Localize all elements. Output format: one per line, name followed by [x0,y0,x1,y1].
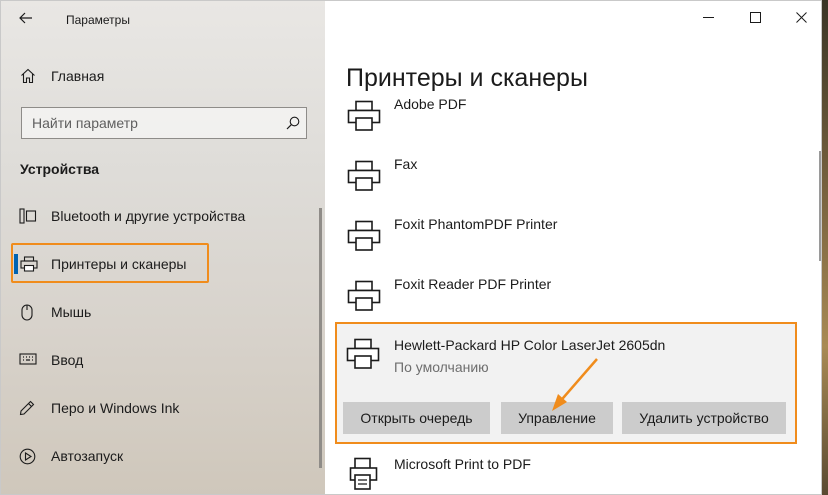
printer-icon [20,256,38,277]
mouse-icon [21,304,33,326]
sidebar-scrollbar[interactable] [319,208,322,468]
pen-icon [19,400,35,421]
printer-name: Fax [394,156,418,172]
title-bar: Параметры [1,1,821,39]
printer-item[interactable]: Adobe PDF [335,96,795,150]
search-input[interactable] [22,108,277,138]
printer-item-expanded[interactable]: Hewlett-Packard HP Color LaserJet 2605dn… [335,322,797,444]
printer-name: Foxit PhantomPDF Printer [394,216,558,232]
sidebar-item-autoplay[interactable]: Автозапуск [11,436,311,476]
keyboard-icon [19,352,37,371]
manage-button[interactable]: Управление [501,402,613,434]
sidebar-item-label: Перо и Windows Ink [51,400,180,416]
sidebar-item-label: Принтеры и сканеры [51,256,187,272]
sidebar-item-label: Мышь [51,304,92,320]
minimize-button[interactable] [685,1,731,37]
close-button[interactable] [778,1,821,37]
printer-name: Foxit Reader PDF Printer [394,276,552,292]
printer-icon [347,280,381,317]
sidebar-item-home[interactable]: Главная [1,59,325,93]
printer-icon [346,338,380,375]
settings-window: Главная Устройства Bluetooth и другие ус… [0,0,822,495]
page-title: Принтеры и сканеры [346,64,588,92]
app-title: Параметры [66,13,130,27]
close-icon [795,10,807,28]
home-icon [20,68,36,89]
print-to-pdf-icon [349,457,379,494]
search-box[interactable] [21,107,307,139]
printer-icon [347,100,381,137]
printer-icon [347,160,381,197]
main-content: Принтеры и сканеры Adobe PDF Fax Foxit P… [325,1,821,494]
maximize-icon [749,10,761,28]
section-title: Устройства [20,161,100,177]
printer-name: Microsoft Print to PDF [394,456,531,472]
search-icon[interactable] [286,116,300,135]
printer-name: Hewlett-Packard HP Color LaserJet 2605dn [394,337,666,353]
sidebar-item-typing[interactable]: Ввод [11,340,311,380]
printer-name: Adobe PDF [394,96,467,112]
sidebar-item-pen[interactable]: Перо и Windows Ink [11,388,311,428]
remove-device-button[interactable]: Удалить устройство [622,402,786,434]
open-queue-button[interactable]: Открыть очередь [343,402,490,434]
minimize-icon [702,10,714,28]
autoplay-icon [19,448,36,470]
printer-item[interactable]: Fax [335,156,795,210]
sidebar-item-printers[interactable]: Принтеры и сканеры [11,243,209,283]
printer-icon [347,220,381,257]
content-scrollbar[interactable] [819,151,821,261]
sidebar-item-label: Автозапуск [51,448,124,464]
sidebar-item-bluetooth[interactable]: Bluetooth и другие устройства [11,196,311,236]
sidebar-item-mouse[interactable]: Мышь [11,292,311,332]
maximize-button[interactable] [732,1,778,37]
selection-indicator [14,254,18,274]
printer-status: По умолчанию [394,359,489,375]
sidebar-item-label: Ввод [51,352,84,368]
bluetooth-devices-icon [19,208,37,229]
sidebar-item-label: Bluetooth и другие устройства [51,208,246,224]
printer-item[interactable]: Microsoft Print to PDF [335,456,795,494]
sidebar: Главная Устройства Bluetooth и другие ус… [1,1,325,494]
home-label: Главная [51,68,105,84]
back-button[interactable] [11,6,41,34]
printer-item[interactable]: Foxit PhantomPDF Printer [335,216,795,270]
back-arrow-icon [19,11,33,29]
